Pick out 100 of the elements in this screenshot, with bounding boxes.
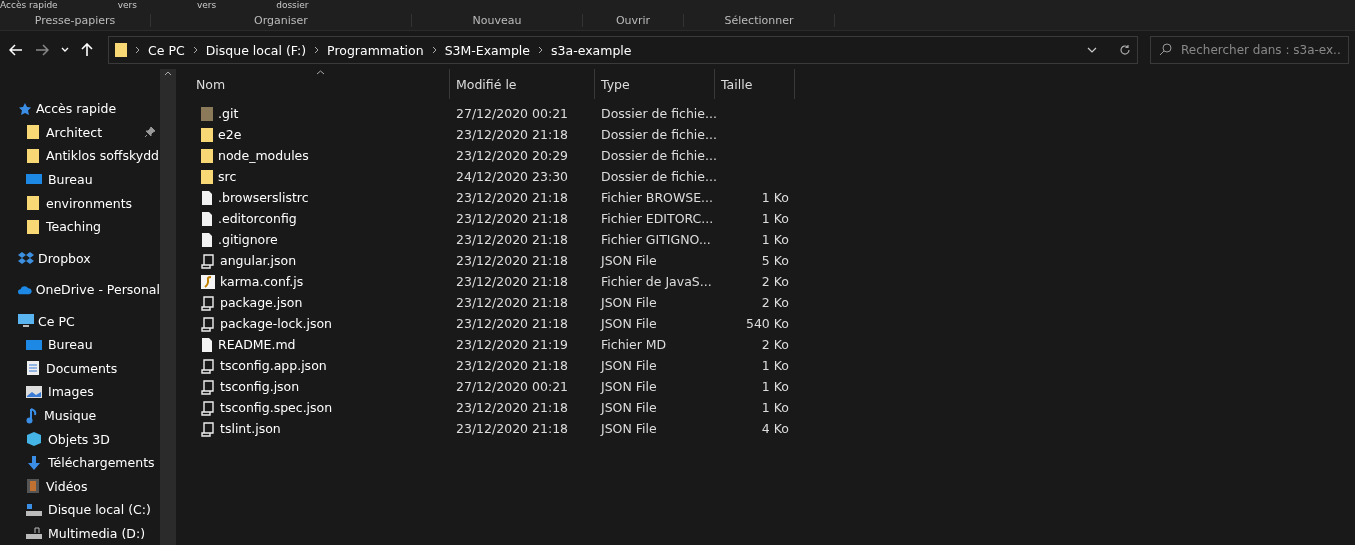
date-cell-text: 23/12/2020 21:18 — [455, 316, 570, 331]
file-row[interactable]: package-lock.json 23/12/2020 21:18 JSON File 540 Ko — [190, 313, 1355, 334]
file-row[interactable]: tsconfig.spec.json 23/12/2020 21:18 JSON File 1 Ko — [190, 397, 1355, 418]
ribbon-label: vers — [117, 0, 137, 11]
date-cell-text: 23/12/2020 21:18 — [455, 358, 570, 373]
monitor-icon — [18, 314, 34, 329]
date-cell-text: 23/12/2020 20:29 — [455, 148, 570, 163]
file-row[interactable]: src 24/12/2020 23:30 Dossier de fichie... — [190, 166, 1355, 187]
size-cell-text: 4 Ko — [760, 421, 790, 436]
type-cell-text: Fichier de JavaS... — [600, 274, 713, 289]
column-header[interactable]: Type — [595, 69, 715, 99]
scroll-icon — [200, 252, 216, 269]
folder-icon — [200, 147, 214, 164]
nav-item[interactable]: Téléchargements — [0, 450, 160, 475]
folder-icon — [26, 218, 40, 235]
file-icon — [200, 231, 214, 248]
breadcrumb[interactable]: Ce PC — [148, 42, 185, 58]
refresh-icon[interactable] — [1119, 44, 1131, 56]
file-row[interactable]: karma.conf.js 23/12/2020 21:18 Fichier de JavaS... 2 Ko — [190, 271, 1355, 292]
size-cell-text: 2 Ko — [760, 295, 790, 310]
file-name: .git — [218, 106, 239, 121]
nav-item[interactable]: Bureau — [0, 333, 160, 357]
file-row[interactable]: .browserslistrc 23/12/2020 21:18 Fichier BROWSE... 1 Ko — [190, 187, 1355, 208]
nav-item[interactable]: Dropbox — [0, 246, 160, 270]
column-header[interactable]: Nom — [190, 69, 450, 99]
date-cell-text: 23/12/2020 21:18 — [455, 127, 570, 142]
nav-item[interactable]: Ce PC — [0, 309, 160, 334]
nav-item[interactable]: Teaching — [0, 214, 160, 239]
date-cell-text: 23/12/2020 21:18 — [455, 211, 570, 226]
nav-item[interactable]: Antiklos soffskydd — [0, 144, 160, 168]
file-row[interactable]: .git 27/12/2020 00:21 Dossier de fichie... — [190, 103, 1355, 124]
folder-icon — [26, 195, 40, 212]
file-row[interactable]: tslint.json 23/12/2020 21:18 JSON File 4 Ko — [190, 418, 1355, 439]
size-cell-text: 1 Ko — [760, 211, 790, 226]
scroll-icon — [200, 294, 216, 311]
file-row[interactable]: README.md 23/12/2020 21:19 Fichier MD 2 Ko — [190, 334, 1355, 355]
file-row[interactable]: e2e 23/12/2020 21:18 Dossier de fichie... — [190, 124, 1355, 145]
date-cell-text: 23/12/2020 21:18 — [455, 421, 570, 436]
music-note-icon — [26, 407, 38, 424]
size-cell-text: 1 Ko — [760, 232, 790, 247]
ribbon-group-label: Ouvrir — [583, 14, 684, 27]
file-name: e2e — [218, 127, 242, 142]
dropdown-icon[interactable] — [1087, 47, 1097, 53]
type-cell-text: Dossier de fichie... — [600, 169, 715, 184]
breadcrumb[interactable]: S3M-Example — [444, 42, 531, 58]
search-icon — [1159, 43, 1172, 56]
size-cell-text: 5 Ko — [760, 253, 790, 268]
type-cell-text: JSON File — [599, 379, 658, 394]
file-row[interactable]: node_modules 23/12/2020 20:29 Dossier de fichie... — [190, 145, 1355, 166]
scroll-icon — [200, 399, 216, 416]
type-cell-text: Fichier BROWSE... — [600, 190, 715, 205]
nav-item[interactable]: Documents — [0, 356, 160, 381]
ribbon-group-label: Sélectionner — [684, 14, 835, 27]
breadcrumb[interactable]: Disque local (F:) — [205, 42, 307, 58]
folder-icon — [200, 105, 214, 122]
file-name: tsconfig.json — [220, 379, 300, 394]
chevron-icon — [538, 46, 544, 54]
file-name: tslint.json — [220, 421, 281, 436]
folder-icon — [200, 168, 214, 185]
nav-item[interactable]: Objets 3D — [0, 427, 160, 451]
desktop-icon — [26, 338, 42, 351]
file-row[interactable]: tsconfig.json 27/12/2020 00:21 JSON File 1 Ko — [190, 376, 1355, 397]
type-cell-text: Fichier MD — [600, 337, 668, 352]
scroll-icon — [200, 315, 216, 332]
breadcrumb[interactable]: Programmation — [327, 42, 424, 58]
nav-item[interactable]: environments — [0, 191, 160, 215]
size-cell-text: 1 Ko — [760, 358, 790, 373]
nav-item[interactable]: OneDrive - Personal — [0, 277, 160, 302]
nav-item[interactable]: Accès rapide — [0, 97, 160, 121]
file-row[interactable]: angular.json 23/12/2020 21:18 JSON File 5 Ko — [190, 250, 1355, 271]
breadcrumb[interactable]: s3a-example — [551, 42, 632, 58]
type-cell-text: Fichier GITIGNO... — [600, 232, 712, 247]
size-cell-text: 2 Ko — [760, 274, 790, 289]
file-row[interactable]: .editorconfig 23/12/2020 21:18 Fichier EDITORC... 1 Ko — [190, 208, 1355, 229]
date-cell-text: 23/12/2020 21:18 — [455, 232, 570, 247]
address-bar[interactable]: Ce PC Disque local (F:) Programmation S3M-Example s3a-example — [108, 36, 1138, 64]
nav-item[interactable]: Multimedia (D:) — [0, 521, 160, 545]
column-header[interactable]: Taille — [715, 69, 795, 99]
search-field[interactable]: Rechercher dans : s3a-ex... — [1150, 36, 1349, 64]
type-cell-text: JSON File — [599, 295, 658, 310]
drive-icon — [26, 502, 42, 517]
date-cell-text: 23/12/2020 21:18 — [455, 400, 570, 415]
file-name: src — [218, 169, 237, 184]
download-arrow-icon — [26, 454, 42, 471]
column-header[interactable]: Modifié le — [450, 69, 595, 99]
file-row[interactable]: .gitignore 23/12/2020 21:18 Fichier GITIGNO... 1 Ko — [190, 229, 1355, 250]
nav-item[interactable]: Musique — [0, 403, 160, 428]
nav-item[interactable]: Bureau — [0, 167, 160, 192]
nav-item[interactable]: Architect — [0, 120, 160, 145]
ribbon-label: Accès rapide — [0, 0, 58, 11]
nav-item[interactable]: Images — [0, 380, 160, 404]
file-name: .editorconfig — [218, 211, 297, 226]
nav-item[interactable]: Vidéos — [0, 474, 160, 498]
file-name: node_modules — [218, 148, 309, 163]
folder-icon — [26, 147, 40, 164]
nav-item[interactable]: Disque local (C:) — [0, 498, 160, 522]
file-row[interactable]: tsconfig.app.json 23/12/2020 21:18 JSON File 1 Ko — [190, 355, 1355, 376]
size-cell-text: 2 Ko — [760, 337, 790, 352]
date-cell-text: 24/12/2020 23:30 — [455, 169, 570, 184]
file-row[interactable]: package.json 23/12/2020 21:18 JSON File 2 Ko — [190, 292, 1355, 313]
